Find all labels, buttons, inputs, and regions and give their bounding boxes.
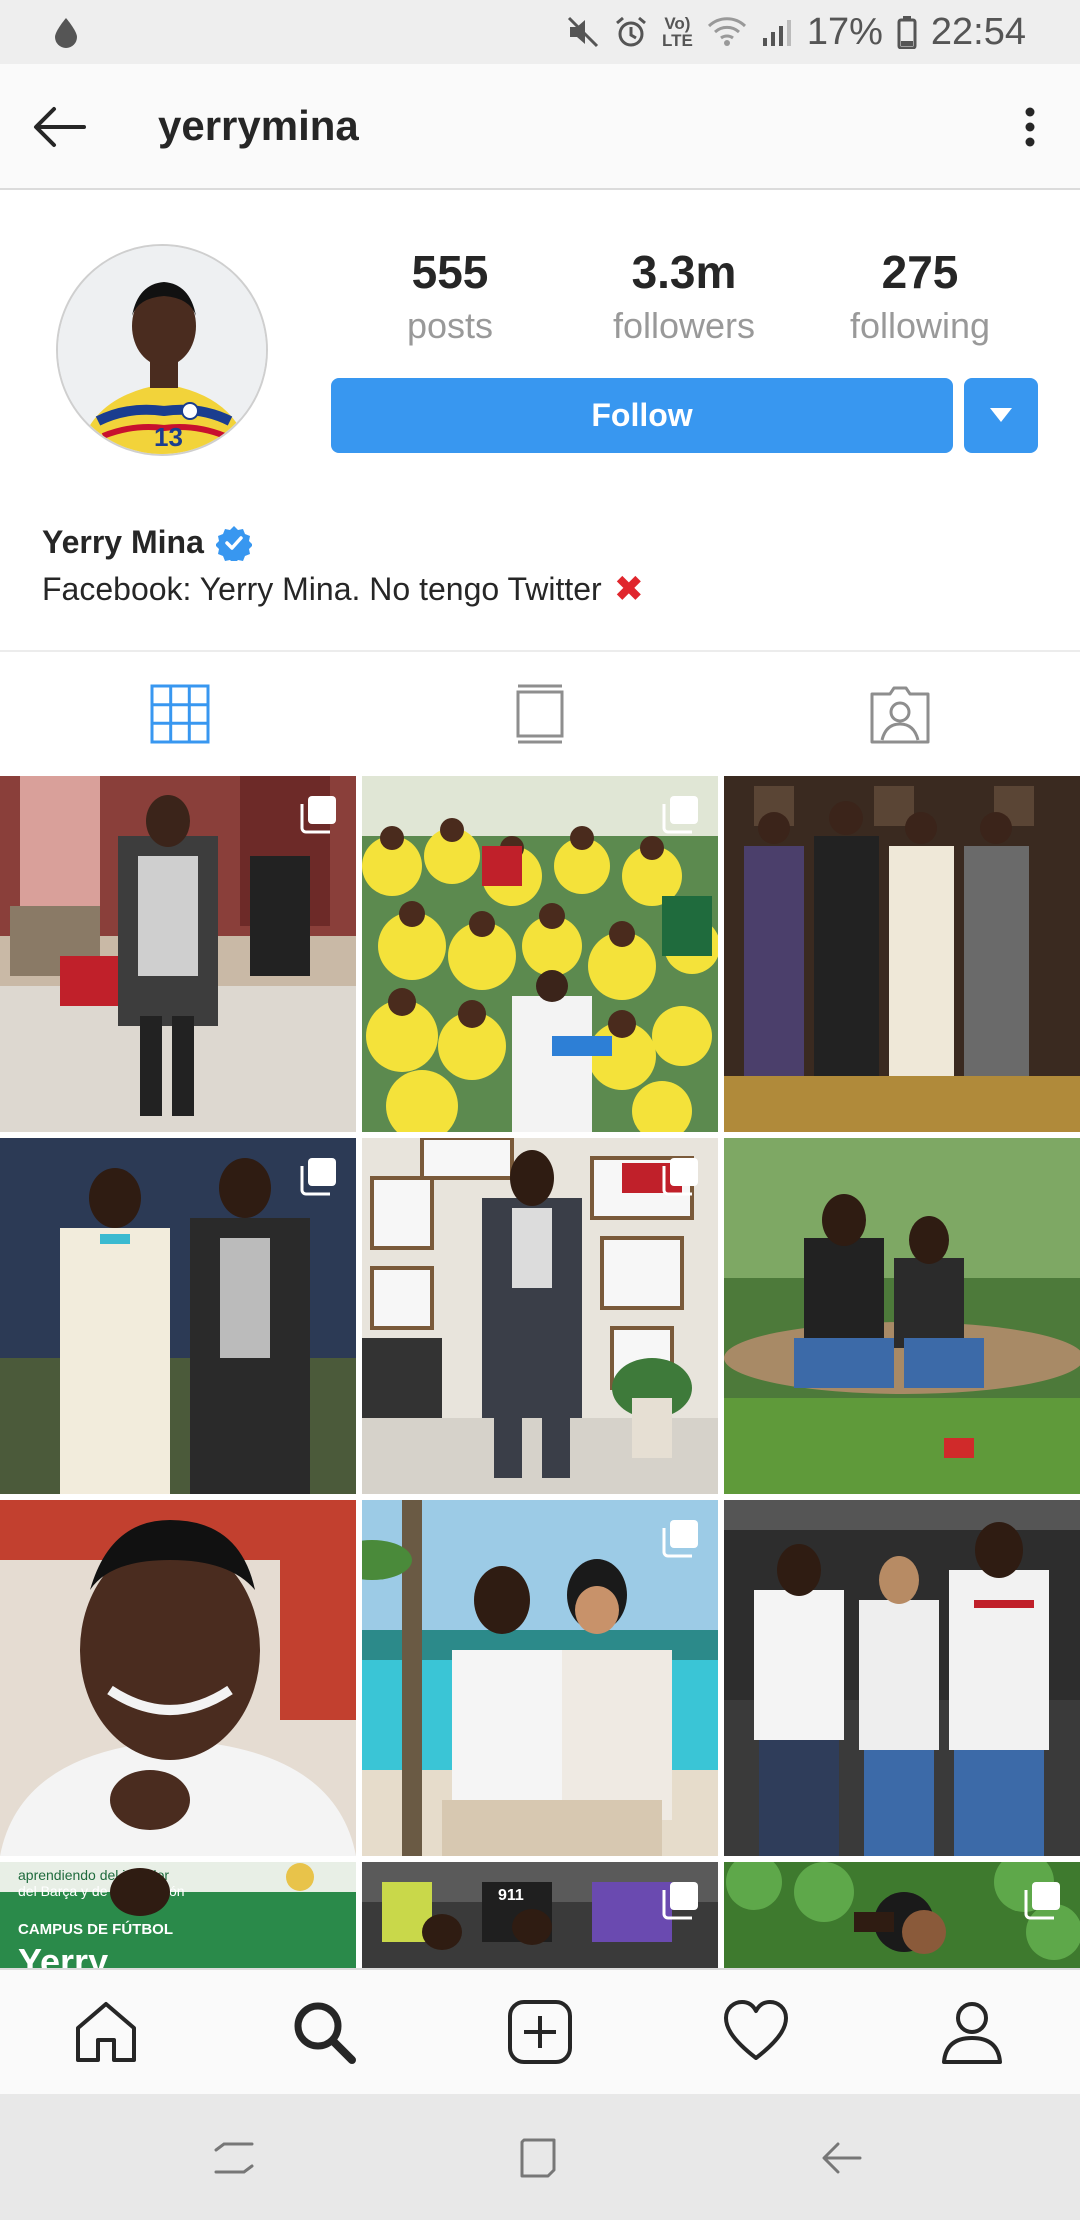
stat-posts[interactable]: 555 posts (330, 244, 570, 352)
stat-following-label: following (849, 305, 991, 346)
svg-text:13: 13 (154, 422, 183, 452)
wifi-icon (707, 17, 746, 46)
multi-photo-icon (662, 1158, 698, 1196)
multi-photo-icon (1024, 1882, 1060, 1920)
post-tile[interactable] (0, 776, 356, 1132)
multi-photo-icon (662, 1520, 698, 1558)
feed-icon[interactable] (508, 682, 572, 746)
tile-caption-line3: CAMPUS DE FÚTBOL (18, 1920, 173, 1938)
posts-grid: aprendiendo del jugador del Barça y de l… (0, 776, 1080, 1968)
suggestions-dropdown-button[interactable] (964, 378, 1038, 453)
mute-icon (567, 16, 599, 48)
multi-photo-icon (300, 1158, 336, 1196)
post-photo (724, 1138, 1080, 1494)
post-tile[interactable] (362, 1500, 718, 1856)
battery-icon (897, 16, 917, 49)
tile-jersey-number: 911 (498, 1887, 524, 1904)
post-tile[interactable] (0, 1500, 356, 1856)
post-photo: aprendiendo del jugador del Barça y de l… (0, 1862, 356, 1968)
heart-icon[interactable] (720, 1996, 792, 2068)
stat-posts-value: 555 (411, 246, 489, 298)
alarm-icon (616, 16, 646, 47)
stat-followers-value: 3.3m (631, 246, 737, 298)
post-tile[interactable] (362, 1138, 718, 1494)
signal-icon (762, 20, 791, 46)
bio-full-name: Yerry Mina (42, 524, 204, 560)
multi-photo-icon (662, 1882, 698, 1920)
post-tile[interactable]: 911 (362, 1862, 718, 1968)
stat-followers-label: followers (612, 305, 756, 346)
recent-apps-icon[interactable] (206, 2130, 262, 2186)
stat-followers[interactable]: 3.3m followers (564, 244, 804, 352)
profile-icon[interactable] (936, 1996, 1008, 2068)
post-tile[interactable] (362, 776, 718, 1132)
stat-following-value: 275 (881, 246, 959, 298)
more-vert-icon[interactable] (1008, 95, 1052, 159)
bio-text-row: Facebook: Yerry Mina. No tengo Twitter ✖ (42, 568, 644, 610)
clock: 22:54 (930, 10, 1026, 53)
avatar-photo: 13 (58, 246, 266, 454)
profile-username: yerrymina (158, 102, 359, 149)
avatar[interactable]: 13 (56, 244, 268, 456)
post-tile[interactable]: aprendiendo del jugador del Barça y de l… (0, 1862, 356, 1968)
post-tile[interactable] (724, 1138, 1080, 1494)
bottom-navigation (0, 1968, 1080, 2094)
water-drop-icon (55, 18, 77, 48)
search-icon[interactable] (288, 1996, 360, 2068)
post-tile[interactable] (0, 1138, 356, 1494)
volte-indicator: Vo) LTE (661, 14, 693, 50)
multi-photo-icon (662, 796, 698, 834)
battery-percent: 17% (806, 10, 883, 53)
post-tile[interactable] (724, 1500, 1080, 1856)
post-photo (0, 1500, 356, 1856)
caret-down-icon (990, 408, 1012, 422)
system-back-icon[interactable] (814, 2130, 870, 2186)
verified-badge-icon (215, 525, 252, 561)
home-button-icon[interactable] (510, 2130, 566, 2186)
post-tile[interactable] (724, 1862, 1080, 1968)
grid-icon[interactable] (148, 682, 212, 746)
bio-full-name-row: Yerry Mina (42, 524, 252, 561)
stat-following[interactable]: 275 following (800, 244, 1040, 352)
profile-stats: 555 posts 3.3m followers 275 following (330, 244, 1050, 354)
stat-posts-label: posts (406, 305, 494, 346)
multi-photo-icon (300, 796, 336, 834)
top-app-bar: yerrymina (0, 64, 1080, 190)
tile-caption-line4: Yerry (18, 1941, 108, 1968)
tagged-icon[interactable] (868, 682, 932, 746)
follow-button[interactable]: Follow (331, 378, 953, 453)
post-photo (724, 776, 1080, 1132)
bio-text: Facebook: Yerry Mina. No tengo Twitter (42, 570, 602, 607)
add-post-icon[interactable] (504, 1996, 576, 2068)
home-icon[interactable] (70, 1996, 142, 2068)
profile-tabs (0, 650, 1080, 776)
post-photo (724, 1500, 1080, 1856)
cross-mark-emoji: ✖ (613, 568, 644, 609)
system-navigation-bar (0, 2094, 1080, 2220)
status-bar: Vo) LTE 17% 22:54 (0, 0, 1080, 64)
back-arrow-icon[interactable] (28, 95, 92, 159)
post-tile[interactable] (724, 776, 1080, 1132)
